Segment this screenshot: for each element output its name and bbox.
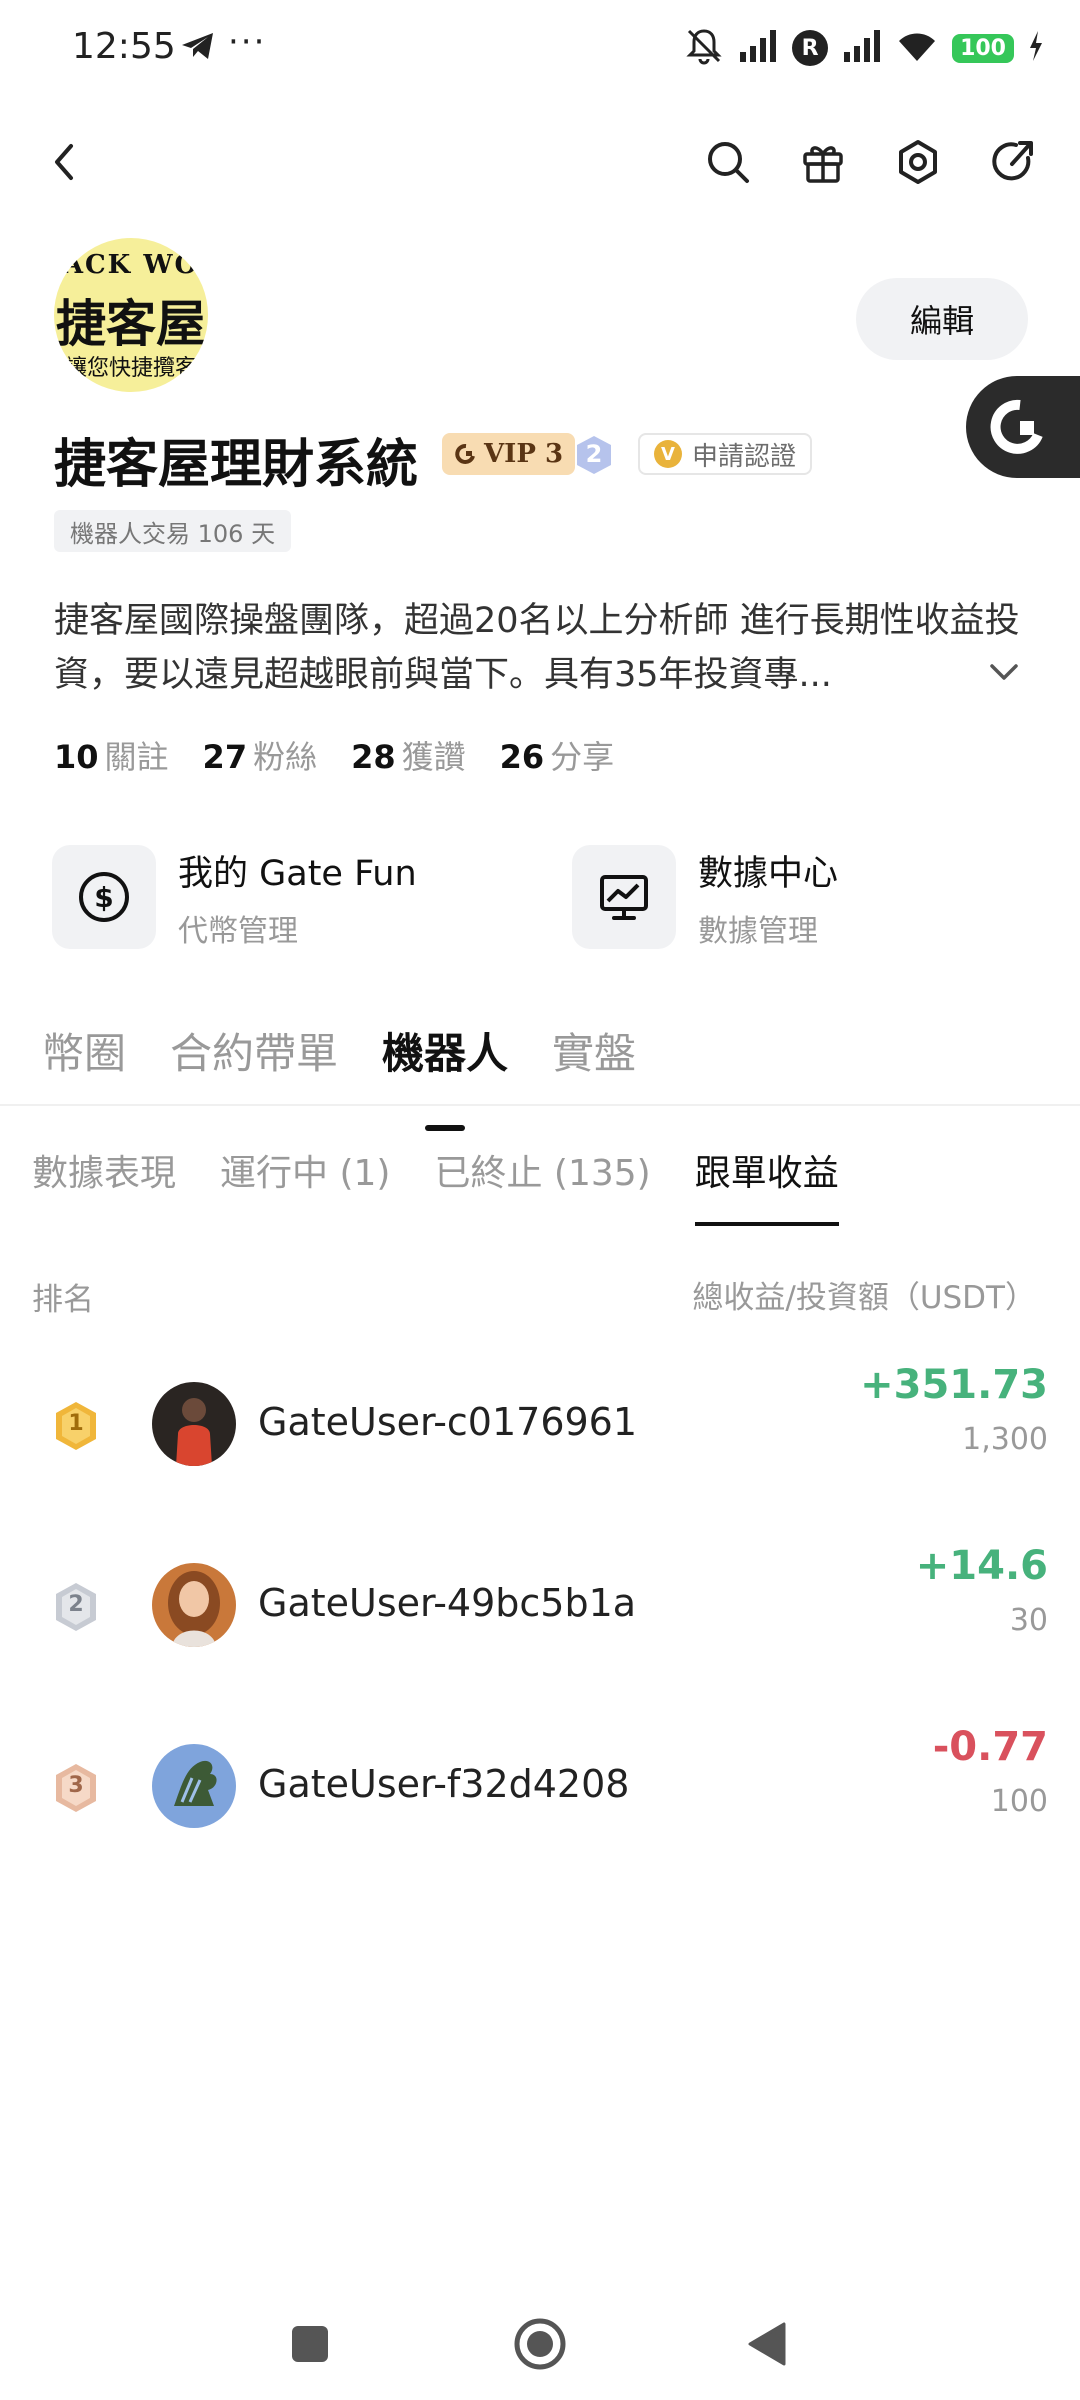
- roaming-icon: R: [792, 30, 829, 66]
- avatar-logo-line2: 捷客屋: [56, 295, 206, 353]
- status-icons: R 100: [684, 26, 1044, 70]
- data-center-subtitle: 數據管理: [698, 913, 818, 949]
- level-badge[interactable]: 2: [574, 434, 614, 476]
- chevron-down-icon: [990, 664, 1018, 680]
- verify-label: 申請認證: [692, 441, 797, 472]
- back-nav-button[interactable]: [736, 2312, 800, 2376]
- total-profit: -0.77: [932, 1724, 1048, 1770]
- expand-bio-button[interactable]: [986, 660, 1022, 688]
- main-tabs: 幣圈 合約帶單 機器人 實盤: [42, 1020, 636, 1081]
- stat-following[interactable]: 10 關註: [54, 732, 169, 778]
- stat-followers[interactable]: 27 粉絲: [203, 732, 318, 778]
- triangle-back-icon: [748, 2322, 786, 2366]
- chevron-left-icon: [55, 144, 73, 180]
- investment-amount: 100: [990, 1784, 1048, 1819]
- profile-avatar[interactable]: ACK WO 捷客屋 讓您快捷攬客: [54, 238, 208, 392]
- chart-monitor-icon: [600, 875, 648, 920]
- subtab-copy-profit[interactable]: 跟單收益: [694, 1144, 839, 1226]
- gift-button[interactable]: [793, 132, 853, 192]
- floating-gate-button[interactable]: [966, 376, 1080, 478]
- gear-icon: [899, 140, 937, 184]
- tabs-divider: [0, 1104, 1080, 1106]
- subtab-terminated[interactable]: 已終止 (135): [434, 1144, 650, 1196]
- settings-button[interactable]: [888, 132, 948, 192]
- sub-tabs: 數據表現 運行中 (1) 已終止 (135) 跟單收益: [32, 1144, 839, 1226]
- rank-number: 3: [68, 1773, 84, 1798]
- rank-header: 排名: [32, 1282, 94, 1318]
- gate-fun-subtitle: 代幣管理: [178, 913, 298, 949]
- rank-2-medal-icon: 2: [52, 1581, 100, 1633]
- profile-name: 捷客屋理財系統: [54, 435, 419, 495]
- tab-live[interactable]: 實盤: [552, 1020, 636, 1081]
- more-notifications-icon: ···: [228, 22, 267, 62]
- leaderboard-row[interactable]: 3 GateUser-f32d4208 -0.77 100: [0, 1724, 1080, 1844]
- status-time: 12:55: [72, 26, 176, 67]
- gate-fun-title: 我的 Gate Fun: [178, 853, 417, 894]
- vip-label: VIP 3: [484, 439, 564, 469]
- home-button[interactable]: [508, 2312, 572, 2376]
- signal-icon: [738, 28, 778, 68]
- signal-icon-2: [842, 28, 882, 68]
- subtab-running[interactable]: 運行中 (1): [220, 1144, 390, 1196]
- telegram-icon: [180, 30, 216, 66]
- gate-small-icon: [455, 443, 475, 464]
- profile-stats: 10 關註 27 粉絲 28 獲讚 26 分享: [54, 732, 614, 778]
- square-icon: [292, 2326, 328, 2362]
- gate-logo-icon: [990, 399, 1043, 454]
- data-center-title: 數據中心: [698, 853, 839, 894]
- vip-badge[interactable]: VIP 3: [442, 433, 576, 475]
- dollar-circle-icon: $: [79, 872, 129, 922]
- profile-bio: 捷客屋國際操盤團隊，超過20名以上分析師 進行長期性收益投資，要以遠見超越眼前與…: [54, 601, 1020, 695]
- share-button[interactable]: [982, 132, 1042, 192]
- level-number: 2: [585, 440, 603, 468]
- tab-bots[interactable]: 機器人: [382, 1020, 508, 1081]
- tab-copy-trading[interactable]: 合約帶單: [170, 1020, 338, 1081]
- leaderboard-row[interactable]: 1 GateUser-c0176961 +351.73 1,300: [0, 1362, 1080, 1482]
- data-center-card[interactable]: 數據中心 數據管理: [572, 845, 838, 949]
- user-avatar[interactable]: [152, 1563, 236, 1647]
- user-name: GateUser-c0176961: [258, 1400, 638, 1444]
- recents-button[interactable]: [278, 2312, 342, 2376]
- charging-icon: [1028, 31, 1044, 65]
- rank-number: 2: [68, 1592, 84, 1617]
- gate-fun-card[interactable]: $ 我的 Gate Fun 代幣管理: [52, 845, 417, 949]
- total-profit: +351.73: [860, 1362, 1048, 1408]
- edit-profile-button[interactable]: 編輯: [856, 278, 1028, 360]
- profit-header: 總收益/投資額（USDT）: [692, 1280, 1036, 1316]
- user-avatar[interactable]: [152, 1382, 236, 1466]
- investment-amount: 1,300: [962, 1422, 1048, 1457]
- bot-trading-days-tag: 機器人交易 106 天: [54, 510, 292, 552]
- mute-bell-icon: [684, 26, 724, 70]
- back-button[interactable]: [34, 132, 94, 192]
- total-profit: +14.6: [915, 1543, 1048, 1589]
- share-icon: [992, 141, 1033, 181]
- apply-verification-button[interactable]: V 申請認證: [638, 433, 813, 475]
- battery-indicator: 100: [952, 33, 1014, 63]
- wifi-icon: [896, 29, 938, 67]
- user-name: GateUser-f32d4208: [258, 1762, 630, 1806]
- subtab-performance[interactable]: 數據表現: [32, 1144, 176, 1196]
- gift-icon: [803, 146, 843, 183]
- avatar-logo-line3: 讓您快捷攬客: [64, 356, 197, 381]
- leaderboard-row[interactable]: 2 GateUser-49bc5b1a +14.6 30: [0, 1543, 1080, 1663]
- search-icon: [708, 142, 749, 183]
- search-button[interactable]: [698, 132, 758, 192]
- stat-likes[interactable]: 28 獲讚: [351, 732, 466, 778]
- rank-1-medal-icon: 1: [52, 1400, 100, 1452]
- verify-icon: V: [654, 440, 682, 468]
- rank-number: 1: [68, 1411, 84, 1436]
- user-name: GateUser-49bc5b1a: [258, 1581, 637, 1625]
- stat-shares[interactable]: 26 分享: [500, 732, 615, 778]
- home-circle-icon: [514, 2318, 566, 2370]
- svg-text:$: $: [94, 881, 113, 914]
- rank-3-medal-icon: 3: [52, 1762, 100, 1814]
- investment-amount: 30: [1009, 1603, 1048, 1638]
- user-avatar[interactable]: [152, 1744, 236, 1828]
- tab-crypto[interactable]: 幣圈: [42, 1020, 126, 1081]
- avatar-logo-line1: ACK WO: [62, 250, 200, 280]
